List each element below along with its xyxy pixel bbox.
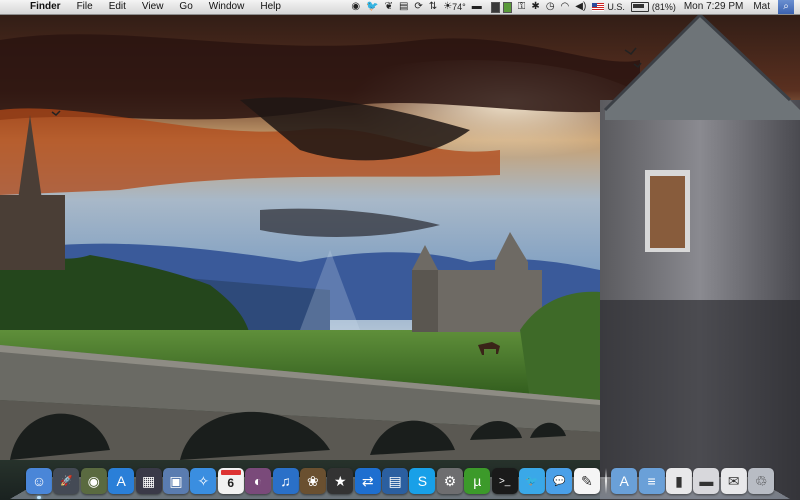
mail-stack-icon[interactable]: ✉ — [720, 468, 747, 494]
memory-meter-icon[interactable] — [488, 1, 512, 13]
wifi-icon[interactable]: ◠ — [561, 0, 570, 14]
launchpad-icon[interactable]: 🚀 — [53, 468, 80, 494]
menu-help[interactable]: Help — [252, 0, 289, 14]
itunes-icon[interactable]: ♫ — [272, 468, 299, 494]
input-source[interactable]: U.S. — [592, 0, 625, 14]
dock: ☺ 🚀 ◉ A ▦ ▣ ✧ 6 ◐ ♫ ❀ ★ ⇄ ▤ S ⚙ µ >_ 🐦 💬 ✎ A ≡ ▮ ▬ ✉ ♲ — [26, 460, 776, 499]
weather-status[interactable]: ☀ 74° — [443, 0, 466, 14]
iphoto-icon[interactable]: ❀ — [299, 468, 326, 494]
evernote-icon[interactable]: ❦ — [385, 0, 393, 14]
spotlight-search-icon[interactable]: ⌕ — [778, 0, 794, 14]
preview-icon[interactable]: ▣ — [162, 468, 189, 494]
messages-icon[interactable]: 💬 — [546, 468, 573, 494]
calendar-header — [220, 470, 241, 475]
downloads-icon[interactable]: ▮ — [665, 468, 692, 494]
bluetooth-icon[interactable]: ✱ — [531, 0, 539, 14]
trash-icon[interactable]: ♲ — [748, 468, 775, 494]
battery-icon — [630, 2, 649, 12]
clock[interactable]: Mon 7:29 PM — [684, 0, 743, 14]
applications-folder-icon[interactable]: A — [611, 468, 638, 494]
teamviewer-icon[interactable]: ⇄ — [354, 468, 381, 494]
system-preferences-icon[interactable]: ⚙ — [436, 468, 463, 494]
temperature-label: 74° — [452, 2, 466, 12]
twitter-icon[interactable]: 🐦 — [519, 468, 546, 494]
keychain-icon[interactable]: ⚿ — [518, 0, 526, 14]
twitter-status-icon[interactable]: 🐦 — [366, 0, 378, 14]
menu-view[interactable]: View — [134, 0, 172, 14]
menu-finder[interactable]: Finder — [26, 0, 69, 14]
battery-percent: (81%) — [651, 2, 676, 12]
textedit-icon[interactable]: ✎ — [573, 468, 600, 494]
photo-booth-icon[interactable]: ◐ — [245, 468, 272, 494]
cpu-monitor-icon[interactable]: ▬ — [472, 0, 482, 14]
volume-icon[interactable]: ◀) — [575, 0, 586, 14]
safari-icon[interactable]: ✧ — [190, 468, 217, 494]
finder-icon[interactable]: ☺ — [26, 468, 52, 499]
menu-window[interactable]: Window — [201, 0, 253, 14]
sync-icon[interactable]: ⟳ — [414, 0, 422, 14]
calendar-icon[interactable]: 6 — [217, 468, 244, 494]
utorrent-icon[interactable]: µ — [464, 468, 491, 494]
menu-edit[interactable]: Edit — [101, 0, 134, 14]
us-flag-icon — [592, 3, 605, 11]
dashboard-icon[interactable]: ◉ — [80, 468, 107, 494]
menu-bar: Finder File Edit View Go Window Help ◉ 🐦… — [0, 0, 800, 15]
app-store-icon[interactable]: A — [108, 468, 135, 494]
imovie-icon[interactable]: ★ — [327, 468, 354, 494]
menu-go[interactable]: Go — [171, 0, 200, 14]
dock-separator — [605, 468, 608, 494]
skype-icon[interactable]: S — [409, 468, 436, 494]
sun-icon: ☀ — [443, 1, 453, 12]
battery-status[interactable]: (81%) — [630, 0, 676, 14]
input-source-label: U.S. — [607, 2, 625, 12]
mission-control-icon[interactable]: ▦ — [135, 468, 162, 494]
camera-icon[interactable]: ◉ — [351, 0, 360, 14]
menu-file[interactable]: File — [69, 0, 101, 14]
desktop-wallpaper — [0, 0, 800, 500]
network-activity-icon[interactable]: ⇅ — [429, 0, 437, 14]
menu-bar-status: ◉ 🐦 ❦ ▤ ⟳ ⇅ ☀ 74° ▬ ⚿ ✱ ◷ ◠ ◀) U.S. (81%)… — [345, 0, 800, 14]
terminal-icon[interactable]: >_ — [491, 468, 518, 494]
virtualbox-icon[interactable]: ▤ — [382, 468, 409, 494]
user-menu[interactable]: Mat — [753, 0, 770, 14]
running-indicator — [37, 496, 41, 499]
time-machine-icon[interactable]: ◷ — [546, 0, 555, 14]
documents-folder-icon[interactable]: ≡ — [638, 468, 665, 494]
menu-bar-left: Finder File Edit View Go Window Help — [0, 0, 289, 14]
document-icon[interactable]: ▤ — [399, 0, 408, 14]
drive-icon[interactable]: ▬ — [693, 468, 720, 494]
